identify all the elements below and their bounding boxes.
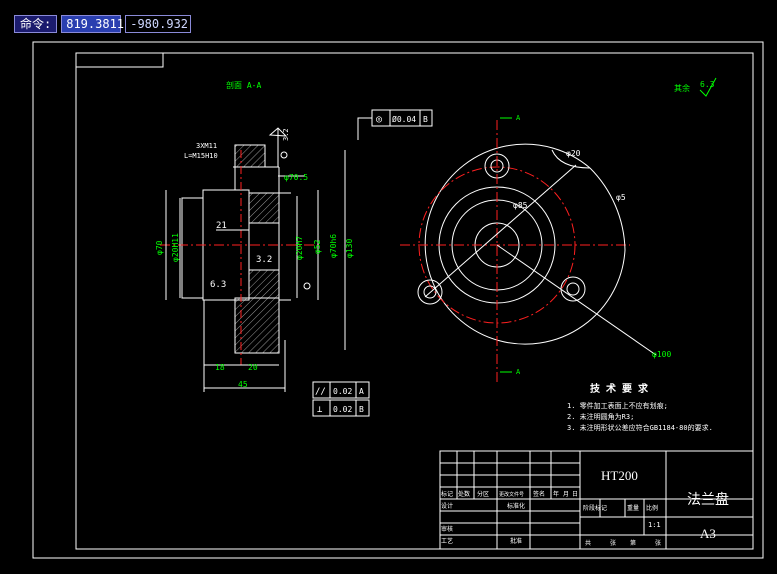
roughness-note: 其余 (674, 83, 690, 93)
scale-value: 1:1 (648, 521, 661, 529)
tol-top-value: Ø0.04 (392, 114, 416, 124)
material-label: HT200 (601, 468, 638, 483)
tech-notes-title: 技 术 要 求 (590, 382, 649, 395)
scale-label: 比例 (646, 504, 658, 512)
role-design: 设计 (441, 502, 453, 510)
tol-parallel-value: 0.02 (333, 387, 352, 396)
dim-phi52: φ52 (313, 239, 322, 254)
section-title: 剖面 A-A (226, 80, 261, 90)
role-review: 审核 (441, 525, 453, 533)
role-approve: 批准 (510, 537, 522, 545)
right-front-view (400, 117, 657, 382)
role-process: 工艺 (441, 537, 453, 545)
page-label: 第 (630, 539, 636, 547)
tech-note-3: 3. 未注明形状公差应符合GB1184-80的要求. (567, 423, 713, 432)
section-mark-bottom: A (516, 368, 521, 376)
dim-phi20h11: φ20H11 (171, 233, 180, 262)
dim-20: 20 (248, 363, 258, 372)
dim-phi85: φ85 (513, 201, 528, 210)
thread-callout-bottom: L=M15H10 (184, 152, 218, 160)
header-mark: 标记 (441, 490, 453, 498)
dim-phi100: φ100 (652, 350, 671, 359)
dim-phi20-right: φ20 (566, 149, 581, 158)
header-day: 日 (572, 491, 578, 498)
dim-21: 21 (216, 221, 227, 231)
dim-phi70h6: φ70h6 (329, 234, 338, 258)
sheet-unit-2: 张 (655, 539, 661, 547)
tol-top-datum: B (423, 115, 428, 124)
corner-label-box (75, 52, 164, 68)
dim-3-2: 3.2 (256, 255, 272, 265)
tech-note-2: 2. 未注明圆角为R3; (567, 412, 634, 421)
tol-parallel-datum: A (359, 387, 364, 396)
tol-parallel-symbol: // (315, 387, 326, 397)
left-section-view (160, 127, 346, 392)
dim-phi5: φ5 (616, 193, 626, 202)
tol-perp-value: 0.02 (333, 405, 352, 414)
header-year: 年 (553, 490, 559, 498)
sheet-unit-1: 张 (610, 539, 616, 547)
sheet-size: A3 (700, 526, 716, 541)
weight-label: 重量 (627, 504, 639, 512)
dim-18: 18 (215, 363, 225, 372)
header-month: 月 (563, 491, 569, 498)
tech-note-1: 1. 零件加工表面上不应有划痕; (567, 401, 668, 410)
header-sign: 签名 (533, 490, 545, 498)
dim-phi20h7: φ20H7 (295, 236, 304, 260)
dim-phi70-5: φ70.5 (284, 173, 308, 182)
thread-callout-top: 3XM11 (196, 142, 217, 150)
part-name: 法兰盘 (687, 491, 729, 507)
role-standard: 标准化 (507, 502, 525, 510)
surface-roughness: 3.2 (282, 128, 290, 141)
drawing-canvas[interactable]: 剖面 A-A 其余 6.3 3XM11 L=M15H10 21 3.2 6.3 … (0, 0, 777, 574)
tol-perp-datum: B (359, 405, 364, 414)
section-mark-top: A (516, 114, 521, 122)
dim-phi130: φ130 (345, 239, 354, 258)
tol-perp-symbol: ⊥ (317, 405, 323, 415)
stage-mark: 阶段标记 (583, 504, 607, 512)
header-count: 处数 (458, 490, 470, 498)
dim-6-3: 6.3 (210, 280, 226, 290)
dim-45: 45 (238, 380, 248, 389)
tol-top-symbol: ◎ (376, 114, 382, 125)
dim-phi70: φ70 (155, 240, 164, 255)
inner-border (75, 52, 754, 550)
header-change: 更改文件号 (499, 491, 524, 498)
header-zone: 分区 (477, 490, 489, 498)
total-label: 共 (585, 539, 591, 547)
